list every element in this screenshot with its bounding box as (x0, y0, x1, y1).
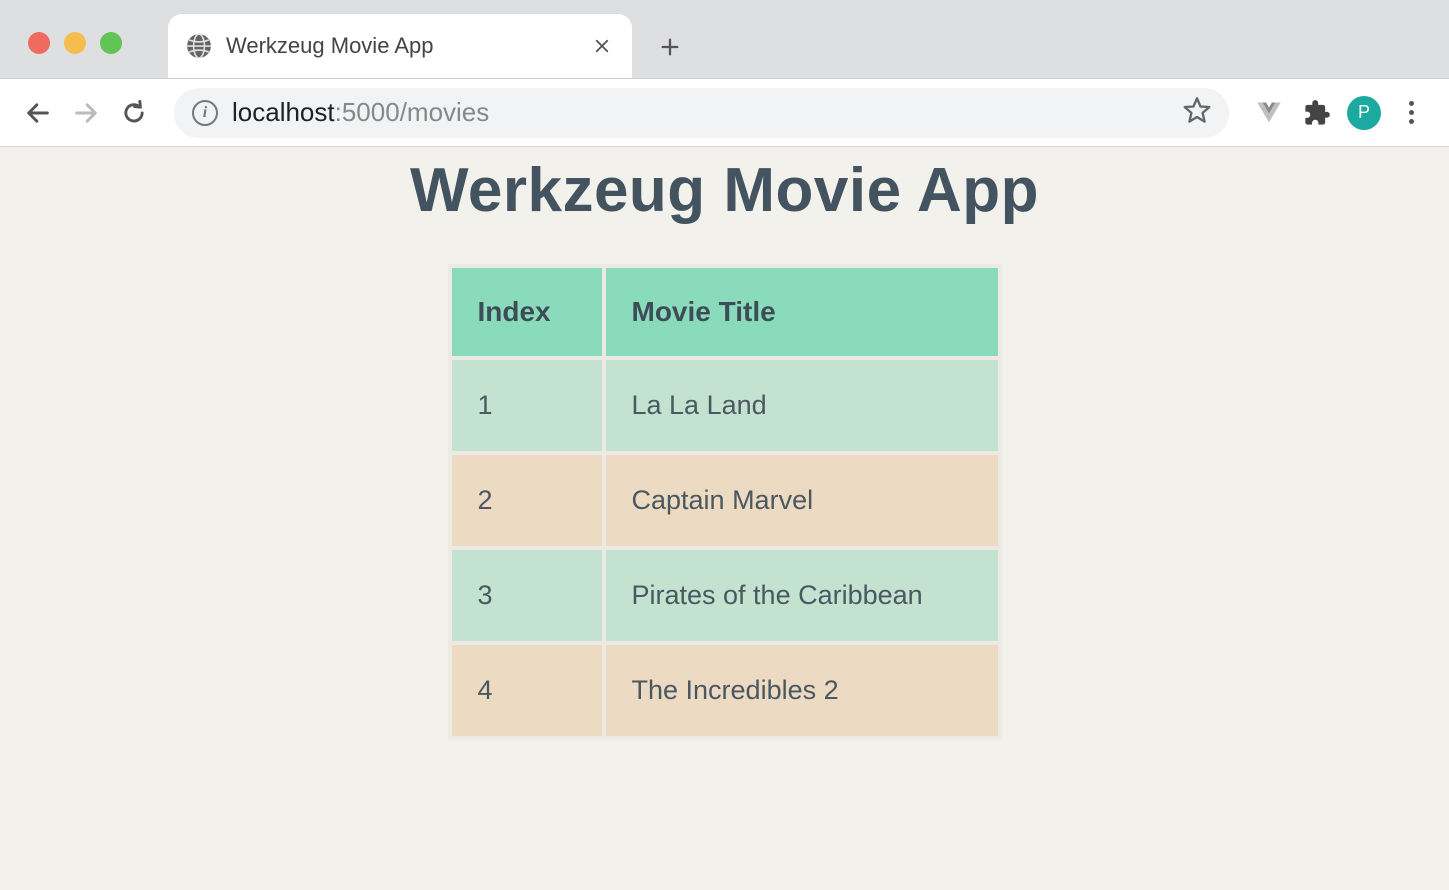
cell-title: Pirates of the Caribbean (606, 550, 998, 641)
browser-toolbar: i localhost:5000/movies P (0, 79, 1449, 147)
forward-button[interactable] (68, 95, 104, 131)
browser-menu-button[interactable] (1393, 95, 1429, 131)
cell-title: Captain Marvel (606, 455, 998, 546)
url-host: localhost (232, 97, 335, 127)
cell-title: La La Land (606, 360, 998, 451)
site-info-icon[interactable]: i (192, 100, 218, 126)
movies-table: Index Movie Title 1 La La Land 2 Captain… (448, 264, 1002, 740)
cell-index: 3 (452, 550, 602, 641)
column-header-title: Movie Title (606, 268, 998, 356)
table-row: 3 Pirates of the Caribbean (452, 550, 998, 641)
table-row: 2 Captain Marvel (452, 455, 998, 546)
cell-title: The Incredibles 2 (606, 645, 998, 736)
reload-button[interactable] (116, 95, 152, 131)
back-button[interactable] (20, 95, 56, 131)
tab-title: Werkzeug Movie App (226, 33, 576, 59)
url-display: localhost:5000/movies (232, 97, 489, 128)
globe-icon (186, 33, 212, 59)
cell-index: 1 (452, 360, 602, 451)
tab-close-button[interactable] (590, 34, 614, 58)
page-body: Werkzeug Movie App Index Movie Title 1 L… (0, 147, 1449, 740)
vue-extension-icon[interactable] (1251, 95, 1287, 131)
page-title: Werkzeug Movie App (0, 155, 1449, 226)
new-tab-button[interactable] (655, 32, 685, 62)
extensions-puzzle-icon[interactable] (1299, 95, 1335, 131)
window-close-button[interactable] (28, 32, 50, 54)
address-bar[interactable]: i localhost:5000/movies (174, 88, 1229, 138)
column-header-index: Index (452, 268, 602, 356)
avatar-letter: P (1358, 102, 1370, 123)
window-controls (28, 32, 122, 54)
window-minimize-button[interactable] (64, 32, 86, 54)
url-path: :5000/movies (335, 97, 490, 127)
cell-index: 2 (452, 455, 602, 546)
table-header-row: Index Movie Title (452, 268, 998, 356)
browser-tab-active[interactable]: Werkzeug Movie App (168, 14, 632, 78)
window-maximize-button[interactable] (100, 32, 122, 54)
table-row: 4 The Incredibles 2 (452, 645, 998, 736)
cell-index: 4 (452, 645, 602, 736)
bookmark-star-icon[interactable] (1183, 96, 1211, 129)
profile-avatar[interactable]: P (1347, 96, 1381, 130)
browser-tab-strip: Werkzeug Movie App (0, 0, 1449, 79)
table-row: 1 La La Land (452, 360, 998, 451)
